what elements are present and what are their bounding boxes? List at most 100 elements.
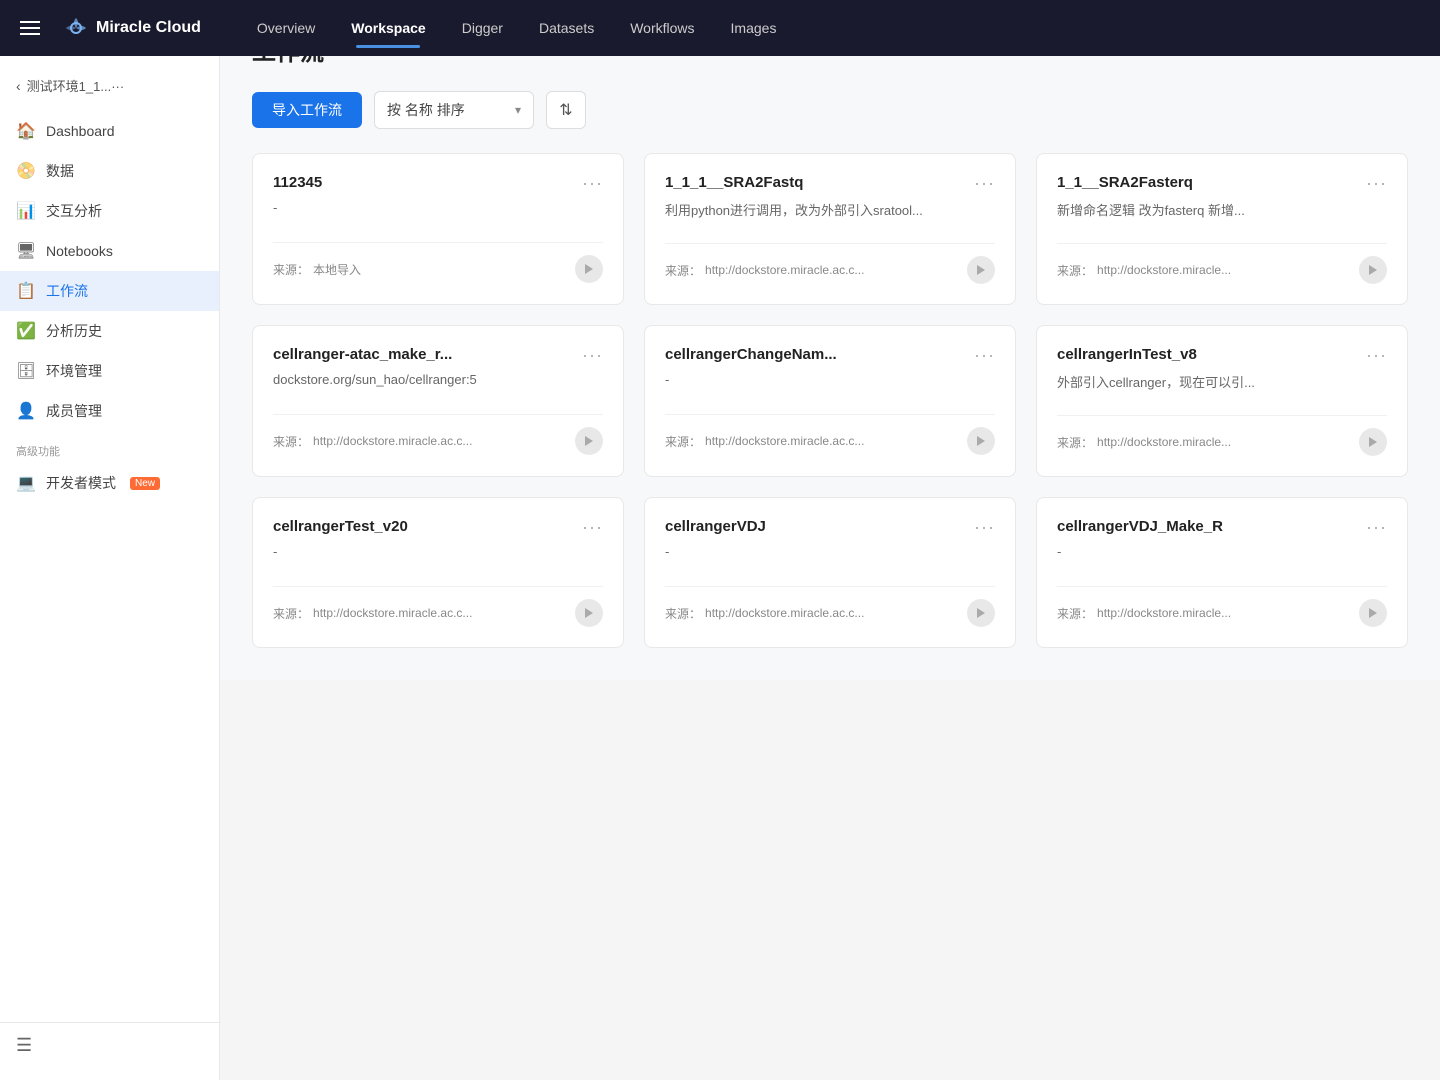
card-run-button-1[interactable] <box>967 256 995 284</box>
card-source-label-0: 来源： <box>273 261 309 278</box>
sidebar-item-label-members: 成员管理 <box>46 401 102 421</box>
card-title-2: 1_1__SRA2Fasterq <box>1057 174 1193 191</box>
card-header-1: 1_1_1__SRA2Fastq ··· <box>665 174 995 192</box>
card-run-button-7[interactable] <box>967 599 995 627</box>
card-more-3[interactable]: ··· <box>582 346 603 364</box>
brand-icon <box>64 16 88 40</box>
card-footer-1: 来源： http://dockstore.miracle.ac.c... <box>665 243 995 284</box>
chevron-down-icon: ▾ <box>515 103 521 117</box>
workflows-grid: 112345 ··· - 来源： 本地导入 1_1_1__SRA2Fastq ·… <box>252 153 1408 648</box>
card-footer-5: 来源： http://dockstore.miracle... <box>1057 415 1387 456</box>
card-header-6: cellrangerTest_v20 ··· <box>273 518 603 536</box>
import-workflow-button[interactable]: 导入工作流 <box>252 92 362 128</box>
workflow-card-7[interactable]: cellrangerVDJ ··· - 来源： http://dockstore… <box>644 497 1016 648</box>
workflow-card-5[interactable]: cellrangerInTest_v8 ··· 外部引入cellranger，现… <box>1036 325 1408 477</box>
card-run-button-8[interactable] <box>1359 599 1387 627</box>
nav-digger[interactable]: Digger <box>446 12 519 44</box>
workflows-icon: 📋 <box>16 281 36 301</box>
card-footer-2: 来源： http://dockstore.miracle... <box>1057 243 1387 284</box>
workflow-card-1[interactable]: 1_1_1__SRA2Fastq ··· 利用python进行调用，改为外部引入… <box>644 153 1016 305</box>
card-run-button-5[interactable] <box>1359 428 1387 456</box>
card-desc-3: dockstore.org/sun_hao/cellranger:5 <box>273 372 603 390</box>
sidebar-item-label-developer: 开发者模式 <box>46 473 116 493</box>
advanced-section-label: 高级功能 <box>0 431 219 463</box>
workflow-card-4[interactable]: cellrangerChangeNam... ··· - 来源： http://… <box>644 325 1016 477</box>
card-source-value-8: http://dockstore.miracle... <box>1097 606 1231 620</box>
sidebar-item-analysis[interactable]: 📊 交互分析 <box>0 191 219 231</box>
workflow-card-8[interactable]: cellrangerVDJ_Make_R ··· - 来源： http://do… <box>1036 497 1408 648</box>
card-source-label-6: 来源： <box>273 605 309 622</box>
sidebar-item-dashboard[interactable]: 🏠 Dashboard <box>0 111 219 151</box>
sidebar-back-button[interactable]: ‹ 测试环境1_1...··· <box>0 68 219 103</box>
card-desc-6: - <box>273 544 603 562</box>
main-content: 工作流 导入工作流 按 名称 排序 ▾ ⇅ 112345 ··· - 来源： 本… <box>220 0 1440 680</box>
sort-toggle-button[interactable]: ⇅ <box>546 91 586 129</box>
developer-badge: New <box>130 477 160 490</box>
card-more-7[interactable]: ··· <box>974 518 995 536</box>
nav-overview[interactable]: Overview <box>241 12 331 44</box>
card-title-5: cellrangerInTest_v8 <box>1057 346 1197 363</box>
notebooks-icon: 🖥 <box>16 241 36 261</box>
card-source-value-1: http://dockstore.miracle.ac.c... <box>705 263 864 277</box>
nav-images[interactable]: Images <box>715 12 793 44</box>
sidebar-env-name: 测试环境1_1...··· <box>27 76 125 95</box>
card-more-4[interactable]: ··· <box>974 346 995 364</box>
sidebar-item-label-dashboard: Dashboard <box>46 123 115 139</box>
sidebar-collapse-icon[interactable]: ☰ <box>16 1035 32 1055</box>
sidebar-item-notebooks[interactable]: 🖥 Notebooks <box>0 231 219 271</box>
card-run-button-4[interactable] <box>967 427 995 455</box>
nav-workflows[interactable]: Workflows <box>614 12 710 44</box>
sidebar-item-members[interactable]: 👤 成员管理 <box>0 391 219 431</box>
data-icon: 📀 <box>16 161 36 181</box>
nav-workspace[interactable]: Workspace <box>335 12 441 44</box>
sidebar-item-label-data: 数据 <box>46 161 74 181</box>
card-footer-0: 来源： 本地导入 <box>273 242 603 283</box>
sort-label: 按 名称 排序 <box>387 100 507 120</box>
card-desc-1: 利用python进行调用，改为外部引入sratool... <box>665 200 995 219</box>
sidebar-item-env[interactable]: 🗄 环境管理 <box>0 351 219 391</box>
card-source-1: 来源： http://dockstore.miracle.ac.c... <box>665 262 864 279</box>
card-more-8[interactable]: ··· <box>1366 518 1387 536</box>
sidebar-item-developer[interactable]: 💻 开发者模式 New <box>0 463 219 503</box>
workflow-card-6[interactable]: cellrangerTest_v20 ··· - 来源： http://dock… <box>252 497 624 648</box>
workflow-card-2[interactable]: 1_1__SRA2Fasterq ··· 新增命名逻辑 改为fasterq 新增… <box>1036 153 1408 305</box>
card-footer-4: 来源： http://dockstore.miracle.ac.c... <box>665 414 995 455</box>
card-more-2[interactable]: ··· <box>1366 174 1387 192</box>
card-source-3: 来源： http://dockstore.miracle.ac.c... <box>273 433 472 450</box>
env-icon: 🗄 <box>16 361 36 381</box>
sidebar-item-history[interactable]: ✅ 分析历史 <box>0 311 219 351</box>
card-source-6: 来源： http://dockstore.miracle.ac.c... <box>273 605 472 622</box>
sort-toggle-icon: ⇅ <box>559 100 572 120</box>
developer-icon: 💻 <box>16 473 36 493</box>
card-run-button-3[interactable] <box>575 427 603 455</box>
card-source-label-7: 来源： <box>665 605 701 622</box>
members-icon: 👤 <box>16 401 36 421</box>
card-source-value-3: http://dockstore.miracle.ac.c... <box>313 434 472 448</box>
card-run-button-2[interactable] <box>1359 256 1387 284</box>
menu-icon[interactable] <box>20 21 40 35</box>
workflow-card-3[interactable]: cellranger-atac_make_r... ··· dockstore.… <box>252 325 624 477</box>
nav-datasets[interactable]: Datasets <box>523 12 610 44</box>
card-more-6[interactable]: ··· <box>582 518 603 536</box>
card-more-0[interactable]: ··· <box>582 174 603 192</box>
sort-select[interactable]: 按 名称 排序 ▾ <box>374 91 534 129</box>
sidebar-item-label-analysis: 交互分析 <box>46 201 102 221</box>
card-more-1[interactable]: ··· <box>974 174 995 192</box>
card-header-8: cellrangerVDJ_Make_R ··· <box>1057 518 1387 536</box>
card-run-button-0[interactable] <box>575 255 603 283</box>
card-source-label-5: 来源： <box>1057 434 1093 451</box>
back-icon: ‹ <box>16 78 21 94</box>
sidebar-item-label-history: 分析历史 <box>46 321 102 341</box>
card-more-5[interactable]: ··· <box>1366 346 1387 364</box>
card-run-button-6[interactable] <box>575 599 603 627</box>
card-source-label-8: 来源： <box>1057 605 1093 622</box>
sidebar-item-data[interactable]: 📀 数据 <box>0 151 219 191</box>
card-footer-7: 来源： http://dockstore.miracle.ac.c... <box>665 586 995 627</box>
brand-logo: Miracle Cloud <box>64 16 201 40</box>
sidebar-item-workflows[interactable]: 📋 工作流 <box>0 271 219 311</box>
sidebar-item-label-workflows: 工作流 <box>46 281 88 301</box>
workflow-card-0[interactable]: 112345 ··· - 来源： 本地导入 <box>252 153 624 305</box>
card-source-value-6: http://dockstore.miracle.ac.c... <box>313 606 472 620</box>
analysis-icon: 📊 <box>16 201 36 221</box>
card-desc-2: 新增命名逻辑 改为fasterq 新增... <box>1057 200 1387 219</box>
